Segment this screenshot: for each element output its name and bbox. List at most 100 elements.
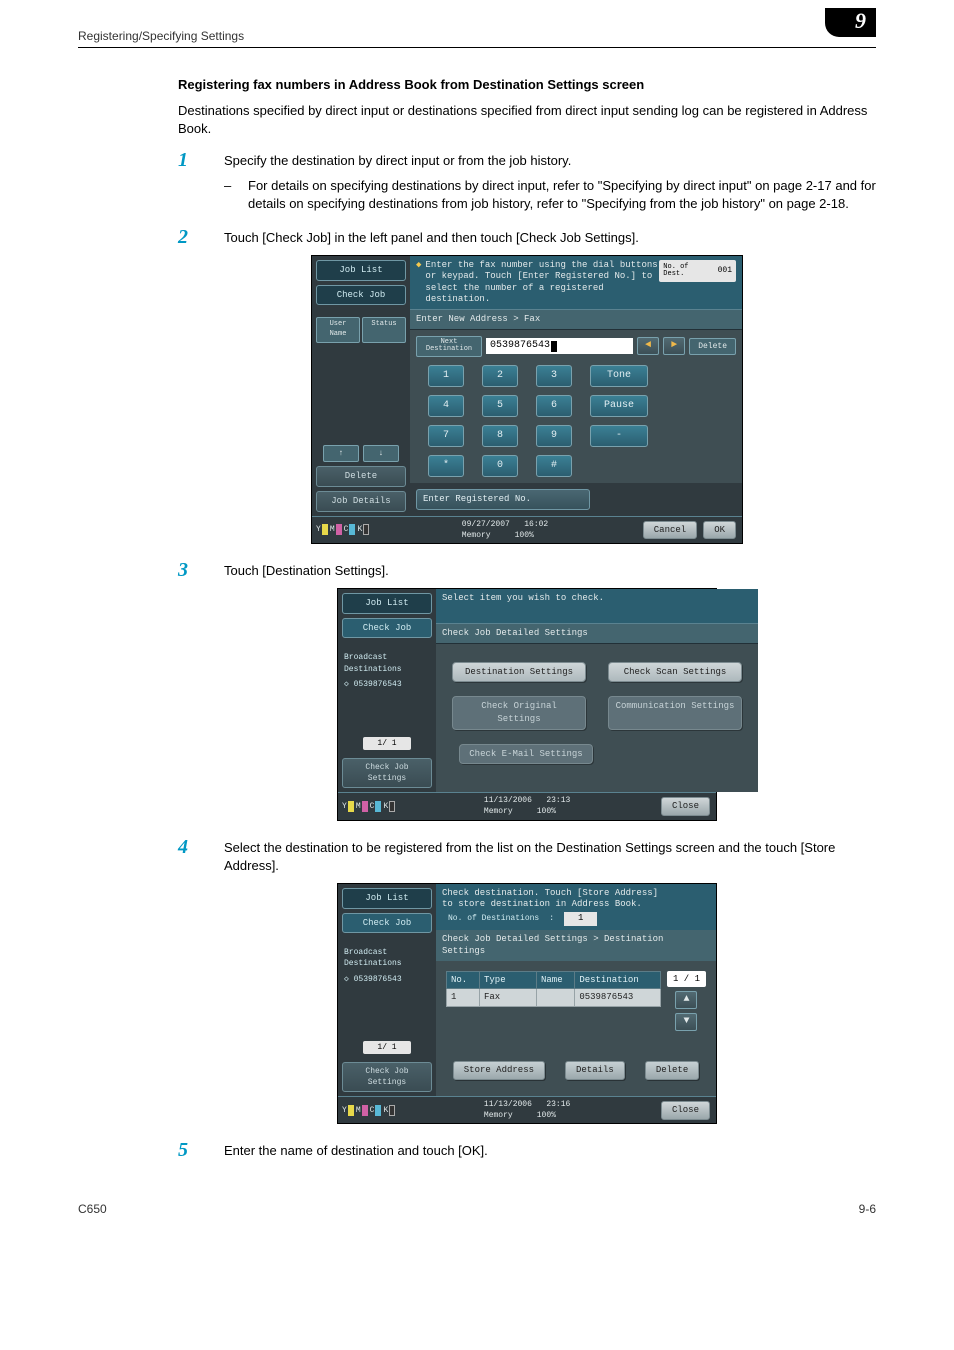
keypad-9[interactable]: 9 (536, 425, 572, 447)
sidebar-dest-item[interactable]: ◇ 0539876543 (342, 677, 432, 692)
scroll-down-button[interactable]: ↓ (363, 445, 399, 462)
check-job-settings-button[interactable]: Check Job Settings (342, 1062, 432, 1092)
keypad-0[interactable]: 0 (482, 455, 518, 477)
check-original-settings-button[interactable]: Check Original Settings (452, 696, 586, 729)
breadcrumb-detailed-settings: Check Job Detailed Settings (436, 623, 758, 644)
panel-destination-settings: Job List Check Job Broadcast Destination… (337, 883, 717, 1125)
keypad-3[interactable]: 3 (536, 365, 572, 387)
toner-indicator: Y M C K (312, 522, 373, 537)
lead-paragraph: Destinations specified by direct input o… (178, 102, 876, 138)
check-job-settings-button[interactable]: Check Job Settings (342, 758, 432, 788)
caret-right-button[interactable]: ► (663, 337, 685, 355)
th-type: Type (480, 971, 537, 989)
keypad-7[interactable]: 7 (428, 425, 464, 447)
panel-fax-entry: Job List Check Job User Name Status ↑ ↓ … (311, 255, 743, 544)
next-destination-button[interactable]: Next Destination (416, 336, 482, 357)
chapter-badge: 9 (825, 8, 876, 36)
check-scan-settings-button[interactable]: Check Scan Settings (608, 662, 742, 683)
step-5-text: Enter the name of destination and touch … (224, 1142, 876, 1160)
keypad-8[interactable]: 8 (482, 425, 518, 447)
banner-text: Check destination. Touch [Store Address]… (442, 888, 658, 911)
keypad-dash[interactable]: - (590, 425, 648, 447)
no-of-dest-label: No. of Destinations (448, 914, 539, 924)
banner-text: Select item you wish to check. (442, 593, 604, 604)
sidebar-pager: 1/ 1 (363, 1041, 411, 1054)
th-name: Name (537, 971, 575, 989)
keypad-6[interactable]: 6 (536, 395, 572, 417)
keypad-hash[interactable]: # (536, 455, 572, 477)
step-number-5: 5 (178, 1140, 224, 1160)
keypad-5[interactable]: 5 (482, 395, 518, 417)
cancel-button[interactable]: Cancel (643, 521, 697, 540)
close-button[interactable]: Close (661, 797, 710, 816)
details-button[interactable]: Details (565, 1061, 625, 1080)
tab-check-job[interactable]: Check Job (342, 913, 432, 934)
communication-settings-button[interactable]: Communication Settings (608, 696, 742, 729)
sidebar-pager: 1/ 1 (363, 737, 411, 750)
toner-indicator: Y M C K (338, 799, 399, 814)
toner-indicator: Y M C K (338, 1103, 399, 1118)
table-row[interactable]: 1 Fax 0539876543 (447, 989, 661, 1007)
destination-table: No. Type Name Destination 1 Fax 0539876 (446, 971, 661, 1007)
page-indicator: 1 / 1 (667, 971, 706, 988)
delete-button[interactable]: Delete (689, 338, 736, 355)
close-button[interactable]: Close (661, 1101, 710, 1120)
keypad-4[interactable]: 4 (428, 395, 464, 417)
enter-registered-no-button[interactable]: Enter Registered No. (416, 489, 590, 510)
tab-job-list[interactable]: Job List (316, 260, 406, 281)
broadcast-dest-label: Broadcast Destinations (342, 945, 432, 971)
ok-button[interactable]: OK (703, 521, 736, 540)
step-1-text: Specify the destination by direct input … (224, 152, 876, 170)
th-destination: Destination (575, 971, 661, 989)
th-no: No. (447, 971, 480, 989)
running-header-text: Registering/Specifying Settings (78, 28, 244, 45)
destination-settings-button[interactable]: Destination Settings (452, 662, 586, 683)
tab-check-job[interactable]: Check Job (342, 618, 432, 639)
keypad-star[interactable]: * (428, 455, 464, 477)
step-number-1: 1 (178, 150, 224, 223)
scroll-up-button[interactable]: ↑ (323, 445, 359, 462)
step-number-3: 3 (178, 560, 224, 580)
breadcrumb-enter-new-address: Enter New Address > Fax (410, 309, 742, 330)
cursor-icon (551, 341, 557, 352)
footer-page-number: 9-6 (859, 1201, 876, 1218)
dash-bullet: – (224, 177, 248, 213)
step-number-2: 2 (178, 227, 224, 247)
step-4-text: Select the destination to be registered … (224, 839, 876, 875)
timestamp: 11/13/2006 23:13 Memory 100% (480, 793, 574, 819)
page-up-button[interactable]: ▲ (675, 991, 697, 1009)
colon: : (549, 914, 554, 924)
keypad-1[interactable]: 1 (428, 365, 464, 387)
panel-check-job-settings: Job List Check Job Broadcast Destination… (337, 588, 717, 820)
no-of-dest-value: 001 (718, 266, 732, 276)
column-status: Status (362, 317, 406, 343)
caret-left-button[interactable]: ◄ (637, 337, 659, 355)
step-3-text: Touch [Destination Settings]. (224, 562, 876, 580)
breadcrumb-destination-settings: Check Job Detailed Settings > Destinatio… (436, 930, 716, 961)
section-title: Registering fax numbers in Address Book … (178, 76, 876, 94)
keypad-pause[interactable]: Pause (590, 395, 648, 417)
step-number-4: 4 (178, 837, 224, 875)
banner-text: Enter the fax number using the dial butt… (425, 260, 659, 305)
check-email-settings-button[interactable]: Check E-Mail Settings (459, 744, 593, 765)
tab-job-list[interactable]: Job List (342, 888, 432, 909)
column-user-name: User Name (316, 317, 360, 343)
timestamp: 11/13/2006 23:16 Memory 100% (480, 1097, 574, 1123)
step-2-text: Touch [Check Job] in the left panel and … (224, 229, 876, 247)
side-job-details-button[interactable]: Job Details (316, 491, 406, 512)
fax-number-input[interactable]: 0539876543 (486, 338, 633, 354)
banner-bullet-icon: ◆ (416, 260, 421, 305)
broadcast-dest-label: Broadcast Destinations (342, 650, 432, 676)
keypad-2[interactable]: 2 (482, 365, 518, 387)
delete-button[interactable]: Delete (645, 1061, 699, 1080)
page-down-button[interactable]: ▼ (675, 1013, 697, 1031)
no-of-dest-label: No. of Dest. (663, 264, 709, 278)
sidebar-dest-item[interactable]: ◇ 0539876543 (342, 972, 432, 987)
side-delete-button[interactable]: Delete (316, 466, 406, 487)
tab-job-list[interactable]: Job List (342, 593, 432, 614)
no-of-dest-value: 1 (564, 912, 597, 925)
timestamp: 09/27/2007 16:02 Memory 100% (458, 517, 552, 543)
tab-check-job[interactable]: Check Job (316, 285, 406, 306)
store-address-button[interactable]: Store Address (453, 1061, 545, 1080)
keypad-tone[interactable]: Tone (590, 365, 648, 387)
